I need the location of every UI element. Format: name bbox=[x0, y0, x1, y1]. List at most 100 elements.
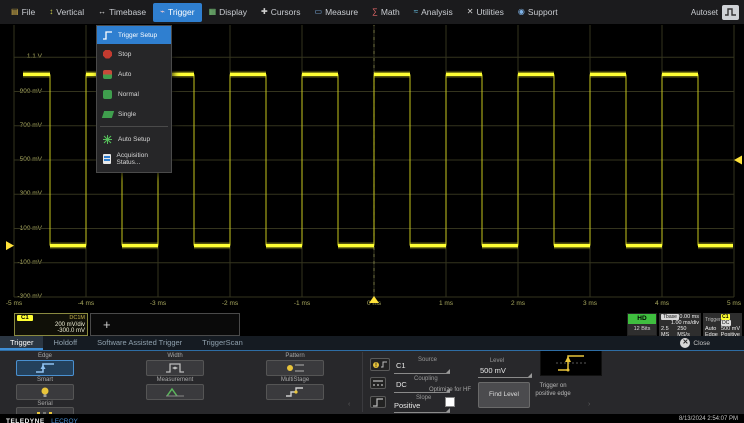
source-dropdown[interactable] bbox=[394, 373, 450, 374]
menu-item-utilities[interactable]: ✕Utilities bbox=[460, 3, 511, 22]
dropdown-item-auto[interactable]: Auto bbox=[97, 64, 171, 84]
tab-trigger[interactable]: Trigger bbox=[0, 336, 43, 350]
trigger-type-button-edge[interactable] bbox=[16, 360, 74, 376]
multistage-icon bbox=[284, 386, 306, 398]
menu-item-trigger[interactable]: ⌁Trigger bbox=[153, 3, 201, 22]
dropdown-item-trigger-setup[interactable]: Trigger Setup bbox=[97, 26, 171, 44]
channel-c1-descriptor[interactable]: C1 DC1M 200 mV/div -300.0 mV bbox=[14, 313, 88, 336]
pager-left-icon[interactable]: ‹ bbox=[348, 401, 350, 408]
trigger-type-button-width[interactable] bbox=[146, 360, 204, 376]
trigger-setup-icon bbox=[101, 31, 114, 40]
smart-icon bbox=[34, 386, 56, 398]
dropdown-item-normal[interactable]: Normal bbox=[97, 84, 171, 104]
c1-badge: C1 bbox=[17, 315, 33, 321]
add-trace-box[interactable]: + bbox=[90, 313, 240, 336]
dropdown-item-stop[interactable]: Stop bbox=[97, 44, 171, 64]
menu-item-support[interactable]: ◉Support bbox=[511, 3, 565, 22]
measurement-icon bbox=[164, 386, 186, 398]
stop-icon bbox=[101, 50, 114, 59]
menu-item-label: Analysis bbox=[421, 7, 453, 17]
trigger-source-icon[interactable]: ! bbox=[370, 358, 390, 371]
support-icon: ◉ bbox=[518, 8, 525, 16]
dropdown-item-label: Stop bbox=[118, 51, 131, 58]
optimize-hf-checkbox[interactable] bbox=[445, 397, 455, 407]
cursors-icon: ✚ bbox=[261, 8, 268, 16]
brand-logo: TELEDYNE LECROY bbox=[6, 410, 78, 423]
tab-software-assisted-trigger[interactable]: Software Assisted Trigger bbox=[87, 336, 192, 350]
slope-dropdown-arrow[interactable] bbox=[446, 408, 450, 412]
timebase-icon: ↔ bbox=[98, 8, 106, 16]
auto-icon bbox=[101, 70, 114, 79]
timebase-descriptor[interactable]: Tbase 0.00 ms 1.00 ms/div 2.5 MS 250 MS/… bbox=[659, 313, 701, 336]
close-label: Close bbox=[693, 340, 710, 347]
autoset-label: Autoset bbox=[691, 8, 718, 17]
menu-bar: ▤File↕Vertical↔Timebase⌁Trigger▦Display✚… bbox=[0, 0, 744, 25]
dropdown-item-label: Single bbox=[118, 111, 136, 118]
source-label: Source bbox=[418, 357, 437, 363]
source-dropdown-arrow[interactable] bbox=[446, 369, 450, 373]
source-value[interactable]: C1 bbox=[396, 361, 406, 370]
file-icon: ▤ bbox=[11, 8, 19, 16]
utilities-icon: ✕ bbox=[467, 8, 474, 16]
trigger-type-button-multistage[interactable] bbox=[266, 384, 324, 400]
level-field[interactable] bbox=[478, 377, 532, 378]
oscilloscope-screen: { "menu_bar": { "items": [ {"label":"Fil… bbox=[0, 0, 744, 423]
brand-primary: TELEDYNE bbox=[6, 418, 45, 423]
menu-item-display[interactable]: ▦Display bbox=[202, 3, 254, 22]
coupling-label: Coupling bbox=[414, 376, 438, 382]
positive-edge-glyph bbox=[553, 350, 589, 374]
analysis-icon: ≈ bbox=[414, 8, 418, 16]
add-trace-plus-icon[interactable]: + bbox=[93, 318, 237, 331]
display-icon: ▦ bbox=[209, 8, 217, 16]
level-value[interactable]: 500 mV bbox=[480, 366, 506, 375]
dialog-close-button[interactable]: ✕ Close bbox=[680, 338, 744, 348]
hd-mode-descriptor[interactable]: HD 12 Bits bbox=[627, 313, 657, 336]
trigger-descriptor[interactable]: Trigger C1 DC Auto 500 mV Edge Positive bbox=[703, 313, 742, 336]
menu-item-label: Support bbox=[528, 7, 558, 17]
dropdown-item-auto-setup[interactable]: Auto Setup bbox=[97, 129, 171, 149]
pager-right-icon[interactable]: › bbox=[588, 401, 590, 408]
autoset-control[interactable]: Autoset bbox=[691, 5, 744, 20]
autoset-icon[interactable] bbox=[722, 5, 739, 20]
measure-icon: ▭ bbox=[315, 8, 323, 16]
svg-text:!: ! bbox=[375, 363, 377, 369]
menu-item-vertical[interactable]: ↕Vertical bbox=[42, 3, 91, 22]
menu-item-label: Vertical bbox=[56, 7, 84, 17]
edge-icon bbox=[34, 362, 56, 374]
menu-item-analysis[interactable]: ≈Analysis bbox=[407, 3, 460, 22]
dropdown-item-label: Auto Setup bbox=[118, 136, 150, 143]
dropdown-item-label: Normal bbox=[118, 91, 139, 98]
dialog-tab-bar: TriggerHoldoffSoftware Assisted TriggerT… bbox=[0, 336, 744, 350]
level-field-label: Level bbox=[462, 358, 532, 364]
dropdown-item-label: Trigger Setup bbox=[118, 32, 157, 39]
slope-dropdown[interactable] bbox=[394, 412, 450, 413]
dropdown-item-label: Auto bbox=[118, 71, 131, 78]
tab-triggerscan[interactable]: TriggerScan bbox=[192, 336, 253, 350]
trigger-type-button-measurement[interactable] bbox=[146, 384, 204, 400]
dropdown-item-acquisition-status[interactable]: Acquisition Status... bbox=[97, 149, 171, 169]
type-button-label-smart: Smart bbox=[16, 377, 74, 383]
menu-item-cursors[interactable]: ✚Cursors bbox=[254, 3, 307, 22]
menu-item-math[interactable]: ∑Math bbox=[365, 3, 407, 22]
menu-item-timebase[interactable]: ↔Timebase bbox=[91, 3, 153, 22]
menu-item-file[interactable]: ▤File bbox=[4, 3, 42, 22]
close-icon[interactable]: ✕ bbox=[680, 338, 690, 348]
menu-item-measure[interactable]: ▭Measure bbox=[308, 3, 366, 22]
slope-value[interactable]: Positive bbox=[394, 401, 420, 410]
brand-secondary: LECROY bbox=[51, 418, 78, 423]
menu-item-label: Utilities bbox=[477, 7, 504, 17]
tab-holdoff[interactable]: Holdoff bbox=[43, 336, 87, 350]
coupling-value[interactable]: DC bbox=[396, 380, 407, 389]
menu-item-label: Measure bbox=[325, 7, 358, 17]
datetime-display: 8/13/2024 2:54:07 PM bbox=[679, 416, 738, 422]
dropdown-item-single[interactable]: Single bbox=[97, 104, 171, 124]
trigger-type-button-smart[interactable] bbox=[16, 384, 74, 400]
pattern-icon bbox=[284, 362, 306, 374]
type-button-label-measurement: Measurement bbox=[146, 377, 204, 383]
trigger-type-button-pattern[interactable] bbox=[266, 360, 324, 376]
menu-separator bbox=[100, 126, 168, 127]
c1-coupling-badge: DC1M bbox=[69, 315, 85, 321]
menu-item-label: Display bbox=[219, 7, 247, 17]
type-button-label-multistage: MultiStage bbox=[266, 377, 324, 383]
level-field-arrow[interactable] bbox=[528, 373, 532, 377]
